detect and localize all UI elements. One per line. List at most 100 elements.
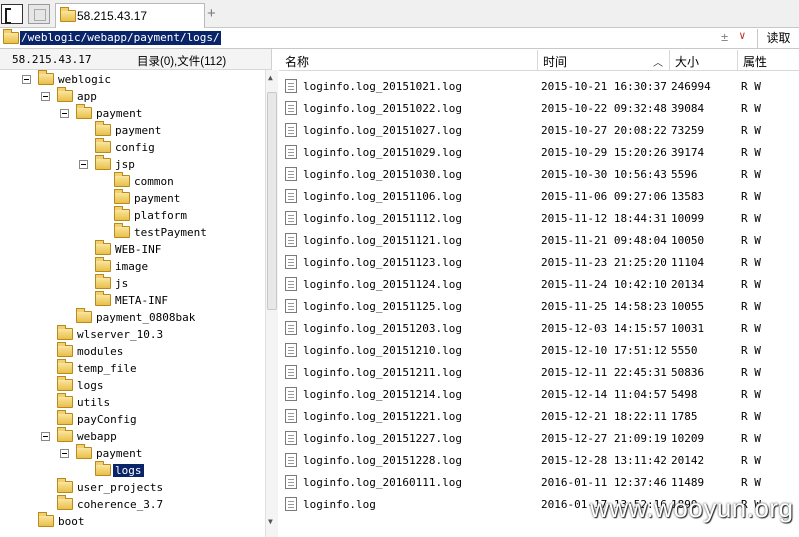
tree-node[interactable]: common: [0, 172, 265, 190]
folder-icon: [57, 478, 73, 493]
file-row[interactable]: loginfo.log_20151123.log 2015-11-23 21:25…: [279, 250, 799, 272]
tree-node-label: config: [115, 141, 155, 154]
column-divider[interactable]: [537, 50, 538, 70]
file-row[interactable]: loginfo.log_20151021.log 2015-10-21 16:30…: [279, 74, 799, 96]
tree-node[interactable]: payment: [0, 189, 265, 207]
tree-node[interactable]: boot: [0, 512, 265, 530]
tree-node[interactable]: META-INF: [0, 291, 265, 309]
file-size: 39084: [671, 102, 705, 115]
column-divider[interactable]: [669, 50, 670, 70]
tree-node[interactable]: payment: [0, 444, 265, 462]
tree-node[interactable]: utils: [0, 393, 265, 411]
tree-node[interactable]: platform: [0, 206, 265, 224]
collapse-icon[interactable]: [41, 432, 50, 441]
file-size: 13583: [671, 190, 705, 203]
folder-icon: [95, 240, 111, 255]
column-divider[interactable]: [737, 50, 738, 70]
tree-node[interactable]: WEB-INF: [0, 240, 265, 258]
file-row[interactable]: loginfo.log_20151221.log 2015-12-21 18:22…: [279, 404, 799, 426]
file-row[interactable]: loginfo.log_20151214.log 2015-12-14 11:04…: [279, 382, 799, 404]
file-time: 2015-11-12 18:44:31: [541, 212, 667, 225]
file-row[interactable]: loginfo.log_20151106.log 2015-11-06 09:27…: [279, 184, 799, 206]
panel-toggle-icon[interactable]: [1, 4, 23, 24]
column-time[interactable]: 时间: [543, 53, 567, 70]
tree-node[interactable]: modules: [0, 342, 265, 360]
file-row[interactable]: loginfo.log_20151210.log 2015-12-10 17:51…: [279, 338, 799, 360]
file-name: loginfo.log_20151211.log: [303, 366, 462, 379]
file-row[interactable]: loginfo.log_20151125.log 2015-11-25 14:58…: [279, 294, 799, 316]
new-window-icon[interactable]: [28, 4, 50, 24]
folder-icon: [57, 325, 73, 340]
file-row[interactable]: loginfo.log_20151030.log 2015-10-30 10:56…: [279, 162, 799, 184]
collapse-icon[interactable]: [22, 75, 31, 84]
path-input[interactable]: /weblogic/webapp/payment/logs/: [20, 31, 221, 45]
tree-node[interactable]: payConfig: [0, 410, 265, 428]
file-time: 2015-10-29 15:20:26: [541, 146, 667, 159]
scroll-thumb[interactable]: [267, 92, 277, 310]
tree-node[interactable]: weblogic: [0, 70, 265, 88]
folder-icon: [57, 393, 73, 408]
tree-node-label: user_projects: [77, 481, 164, 494]
file-row[interactable]: loginfo.log_20151211.log 2015-12-11 22:45…: [279, 360, 799, 382]
file-row[interactable]: loginfo.log_20151124.log 2015-11-24 10:42…: [279, 272, 799, 294]
column-size[interactable]: 大小: [675, 53, 699, 70]
file-row[interactable]: loginfo.log_20151022.log 2015-10-22 09:32…: [279, 96, 799, 118]
tree-node[interactable]: wlserver_10.3: [0, 325, 265, 343]
tab-session[interactable]: 58.215.43.17: [55, 3, 205, 28]
folder-icon: [76, 308, 92, 323]
info-bar: 58.215.43.17 目录(0),文件(112): [0, 49, 272, 70]
tree-node[interactable]: js: [0, 274, 265, 292]
file-attr: R W: [741, 212, 761, 225]
read-button[interactable]: 读取: [757, 29, 799, 48]
file-row[interactable]: loginfo.log_20151203.log 2015-12-03 14:15…: [279, 316, 799, 338]
file-time: 2015-10-22 09:32:48: [541, 102, 667, 115]
scroll-down-icon[interactable]: ▼: [268, 517, 277, 526]
file-name: loginfo.log_20151030.log: [303, 168, 462, 181]
tree-node-label: payment: [115, 124, 162, 137]
file-row[interactable]: loginfo.log_20151112.log 2015-11-12 18:44…: [279, 206, 799, 228]
folder-icon: [95, 155, 111, 170]
file-name: loginfo.log: [303, 498, 376, 511]
tree-scrollbar[interactable]: ▲ ▼: [265, 70, 278, 537]
file-row[interactable]: loginfo.log_20151228.log 2015-12-28 13:11…: [279, 448, 799, 470]
file-row[interactable]: loginfo.log_20151121.log 2015-11-21 09:48…: [279, 228, 799, 250]
file-size: 20142: [671, 454, 705, 467]
tree-node[interactable]: payment: [0, 104, 265, 122]
tree-node[interactable]: testPayment: [0, 223, 265, 241]
column-attr[interactable]: 属性: [743, 53, 767, 70]
tree-node[interactable]: image: [0, 257, 265, 275]
file-attr: R W: [741, 256, 761, 269]
path-history-dropdown[interactable]: ∨: [739, 29, 746, 42]
tree-node[interactable]: payment: [0, 121, 265, 139]
file-size: 1785: [671, 410, 698, 423]
collapse-icon[interactable]: [60, 449, 69, 458]
file-icon: [285, 79, 297, 93]
file-row[interactable]: loginfo.log_20151027.log 2015-10-27 20:08…: [279, 118, 799, 140]
collapse-icon[interactable]: [60, 109, 69, 118]
collapse-icon[interactable]: [79, 160, 88, 169]
tree-node[interactable]: webapp: [0, 427, 265, 445]
tree-node[interactable]: temp_file: [0, 359, 265, 377]
scroll-up-icon[interactable]: ▲: [268, 73, 277, 82]
column-name[interactable]: 名称: [285, 53, 309, 70]
add-tab-button[interactable]: +: [207, 5, 216, 22]
tree-node[interactable]: logs: [0, 376, 265, 394]
tree-node[interactable]: config: [0, 138, 265, 156]
encoding-toggle[interactable]: ±: [721, 30, 728, 44]
file-attr: R W: [741, 146, 761, 159]
file-row[interactable]: loginfo.log_20151227.log 2015-12-27 21:09…: [279, 426, 799, 448]
file-size: 10209: [671, 432, 705, 445]
file-size: 246994: [671, 80, 711, 93]
tree-node[interactable]: payment_0808bak: [0, 308, 265, 326]
tree-node[interactable]: app: [0, 87, 265, 105]
tree-node[interactable]: logs: [0, 461, 265, 479]
file-size: 5596: [671, 168, 698, 181]
tree-node[interactable]: user_projects: [0, 478, 265, 496]
tree-node[interactable]: coherence_3.7: [0, 495, 265, 513]
file-size: 20134: [671, 278, 705, 291]
tree-node[interactable]: jsp: [0, 155, 265, 173]
file-row[interactable]: loginfo.log_20160111.log 2016-01-11 12:37…: [279, 470, 799, 492]
file-time: 2015-11-23 21:25:20: [541, 256, 667, 269]
file-row[interactable]: loginfo.log_20151029.log 2015-10-29 15:20…: [279, 140, 799, 162]
collapse-icon[interactable]: [41, 92, 50, 101]
